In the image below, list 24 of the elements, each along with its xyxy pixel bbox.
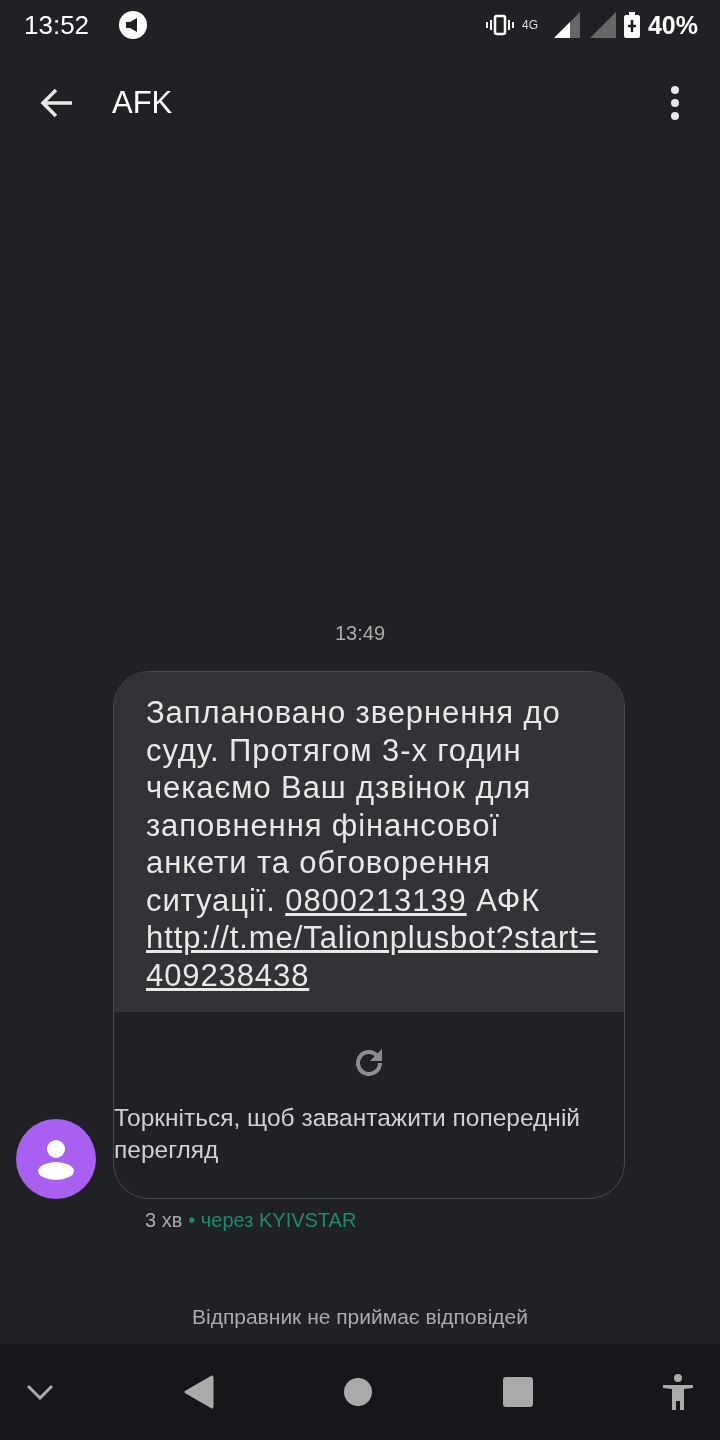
message-age: 3 хв [145,1209,183,1231]
message-text: Заплановано звернення до суду. Протягом 3-х годин чекаємо Ваш дзвінок для заповнення фінансової анкети та обговорення ситуації. 0800213139 АФК http://t.me/Talionplusbot?start=409238438 [114,672,624,1012]
message-timestamp: 13:49 [334,622,386,645]
back-arrow-icon[interactable] [40,88,74,118]
chevron-down-icon[interactable] [26,1384,54,1400]
battery-charging-icon [623,12,640,38]
accessibility-icon[interactable] [662,1374,694,1410]
vibrate-icon [485,14,514,36]
preview-hint: Торкніться, щоб завантажити попередній перегляд [114,1103,582,1165]
message-link[interactable]: http://t.me/Talionplusbot?start=409238438 [146,919,606,994]
recents-icon[interactable] [502,1377,533,1407]
battery-level: 40% [647,10,698,40]
back-icon[interactable] [183,1375,214,1409]
megaphone-icon [119,11,148,39]
conversation-title: AFK [112,85,173,121]
home-icon[interactable] [343,1377,373,1407]
link-preview-card[interactable]: Торкніться, щоб завантажити попередній перегляд [114,1012,624,1198]
more-options-icon[interactable] [670,86,680,120]
no-reply-notice: Відправник не приймає відповідей [191,1305,529,1329]
network-type: 4G [521,18,539,32]
contact-avatar-icon [16,1119,96,1199]
clock: 13:52 [24,9,90,41]
carrier-label: • через KYIVSTAR [188,1209,357,1231]
message-link[interactable]: 0800213139 [285,882,467,918]
